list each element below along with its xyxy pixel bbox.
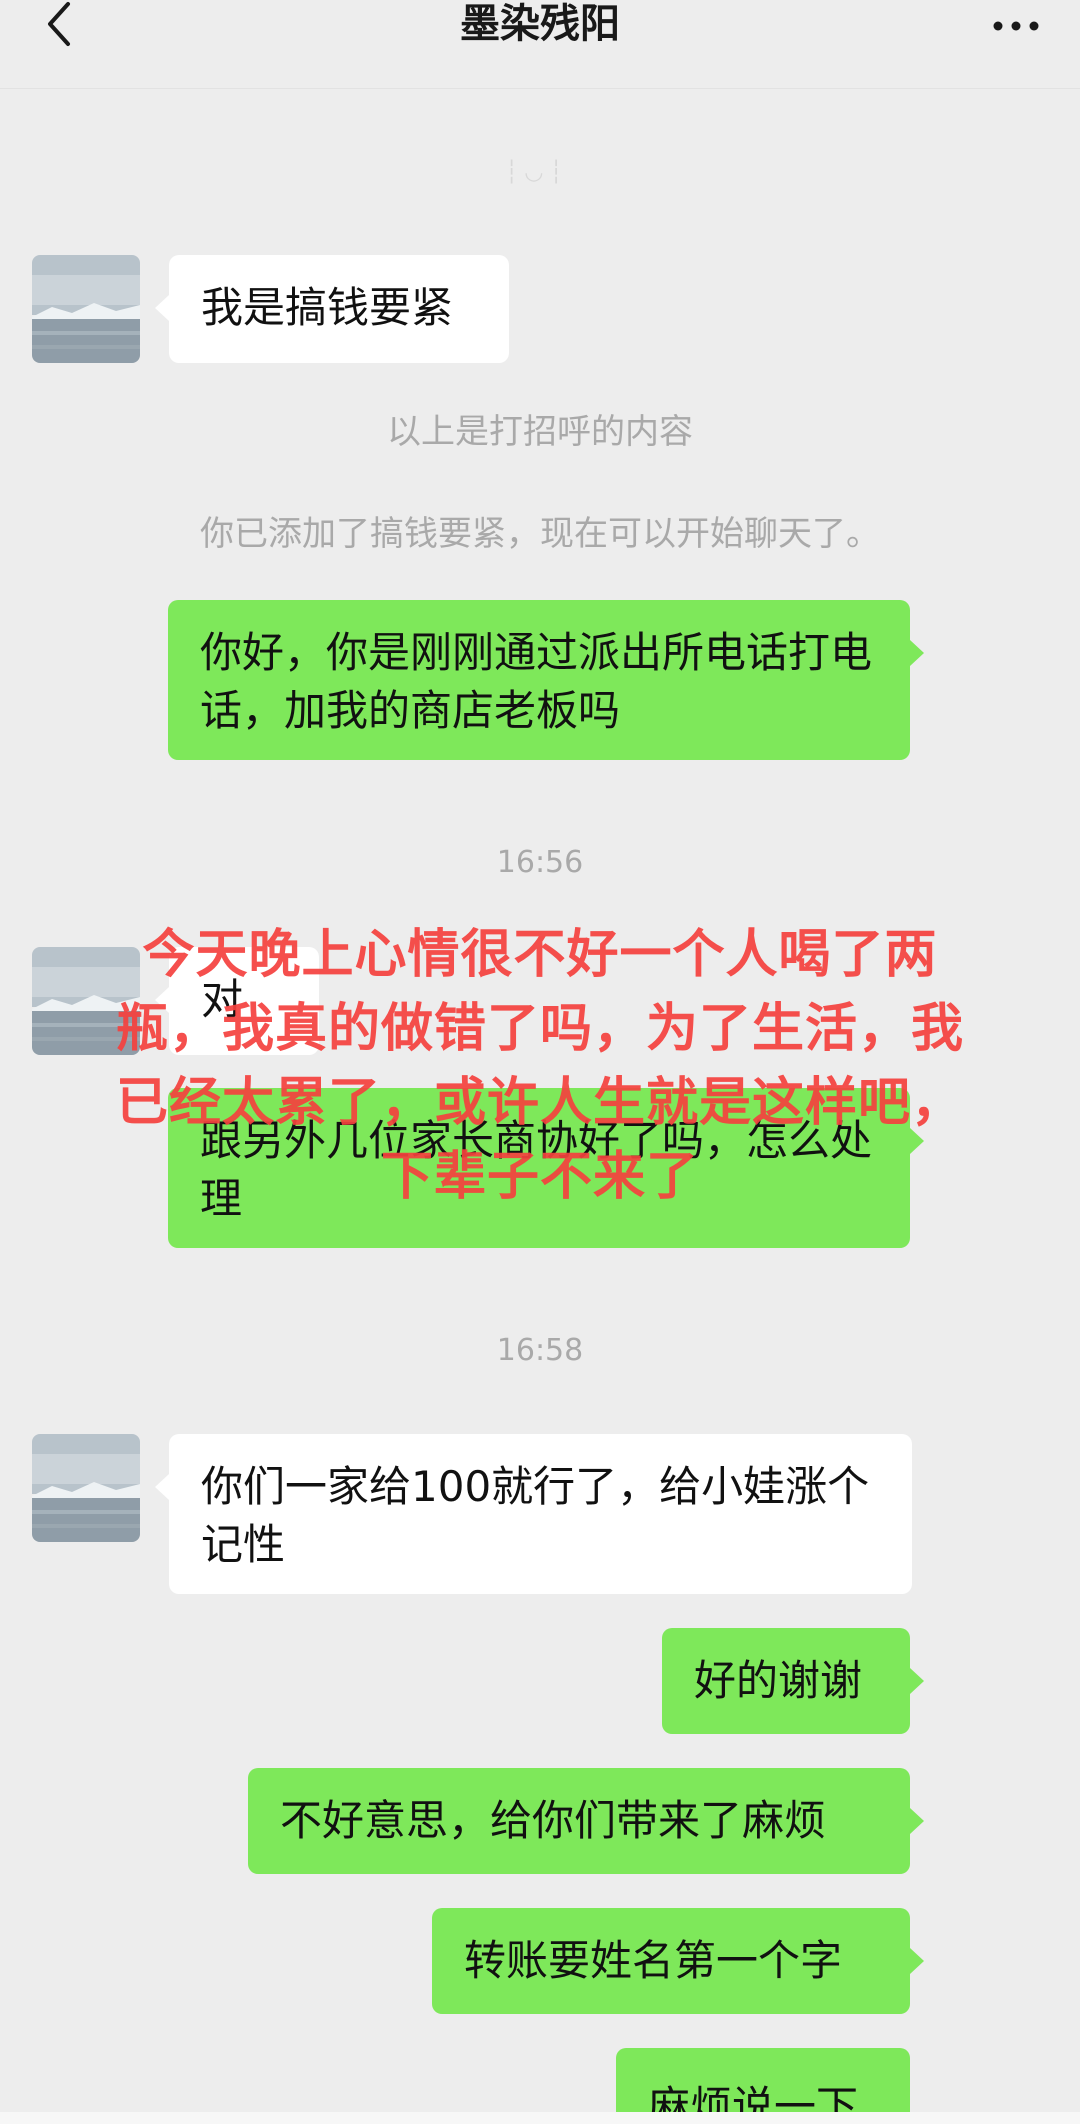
message-text: 不好意思，给你们带来了麻烦 <box>280 1796 827 1845</box>
timestamp: 16:56 <box>496 845 584 880</box>
system-notice: 你已添加了搞钱要紧，现在可以开始聊天了。 <box>200 514 880 554</box>
overlay-caption: 今天晚上心情很不好一个人喝了两瓶，我真的做错了吗，为了生活，我已经太累了，或许人… <box>115 925 964 1207</box>
incoming-message-bubble[interactable]: 我是搞钱要紧 <box>155 255 509 363</box>
message-text: 你们一家给100就行了，给小娃涨个记性 <box>201 1462 870 1569</box>
timestamp: 16:58 <box>496 1333 584 1368</box>
outgoing-message-bubble[interactable]: 好的谢谢 <box>662 1628 924 1734</box>
bottom-edge <box>0 2112 1080 2124</box>
incoming-message-bubble[interactable]: 你们一家给100就行了，给小娃涨个记性 <box>155 1434 912 1594</box>
chat-header: 墨染残阳 <box>0 0 1080 89</box>
contact-avatar[interactable] <box>32 1434 140 1542</box>
outgoing-message-bubble[interactable]: 麻烦说一下 <box>616 2048 910 2112</box>
message-text: 麻烦说一下 <box>648 2082 859 2112</box>
outgoing-message-bubble[interactable]: 不好意思，给你们带来了麻烦 <box>248 1768 924 1874</box>
more-options-icon[interactable] <box>990 4 1042 44</box>
outgoing-message-bubble[interactable]: 你好，你是刚刚通过派出所电话打电话，加我的商店老板吗 <box>168 600 924 760</box>
system-notice: 以上是打招呼的内容 <box>387 412 693 452</box>
message-text: 好的谢谢 <box>694 1656 863 1705</box>
outgoing-message-bubble[interactable]: 转账要姓名第一个字 <box>432 1908 924 2014</box>
chat-title: 墨染残阳 <box>460 1 620 47</box>
message-text: 我是搞钱要紧 <box>201 283 454 332</box>
faint-text: ┆◡┆ <box>505 160 569 185</box>
contact-avatar[interactable] <box>32 255 140 363</box>
message-text: 你好，你是刚刚通过派出所电话打电话，加我的商店老板吗 <box>200 628 873 735</box>
message-text: 转账要姓名第一个字 <box>464 1936 843 1985</box>
